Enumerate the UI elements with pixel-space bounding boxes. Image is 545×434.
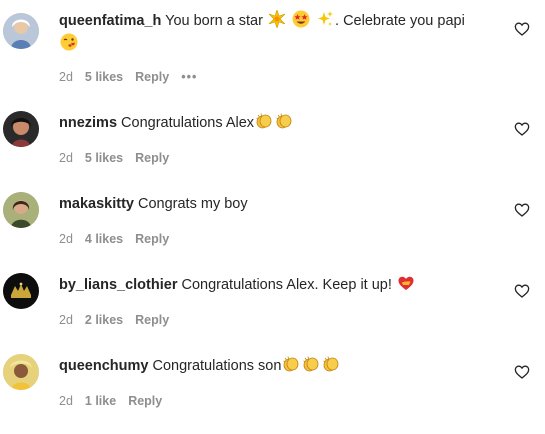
comment-body: Congratulations son bbox=[148, 358, 282, 374]
comment-time: 2d bbox=[59, 394, 73, 408]
comment-text: queenfatima_h You born a star . Celebrat… bbox=[59, 10, 499, 56]
comment-meta: 2d 2 likes Reply bbox=[59, 313, 181, 327]
comment-time: 2d bbox=[59, 70, 73, 84]
clapping-hands-icon bbox=[275, 112, 293, 130]
avatar[interactable] bbox=[3, 354, 39, 390]
more-options-icon[interactable]: ••• bbox=[181, 70, 197, 84]
like-heart-icon[interactable] bbox=[514, 202, 530, 218]
reply-button[interactable]: Reply bbox=[135, 70, 169, 84]
sparkles-icon bbox=[316, 10, 334, 28]
reply-button[interactable]: Reply bbox=[135, 313, 169, 327]
comment-time: 2d bbox=[59, 151, 73, 165]
reply-button[interactable]: Reply bbox=[135, 151, 169, 165]
comment-time: 2d bbox=[59, 232, 73, 246]
comment-meta: 2d 4 likes Reply bbox=[59, 232, 181, 246]
avatar[interactable] bbox=[3, 13, 39, 49]
comment-body: Congratulations Alex bbox=[117, 115, 255, 131]
likes-count-button[interactable]: 5 likes bbox=[85, 151, 123, 165]
star-struck-face-icon bbox=[292, 10, 310, 28]
comment-username[interactable]: nnezims bbox=[59, 115, 117, 131]
comment-text: nnezims Congratulations Alex bbox=[59, 112, 499, 135]
like-heart-icon[interactable] bbox=[514, 21, 530, 37]
reply-button[interactable]: Reply bbox=[128, 394, 162, 408]
clapping-hands-icon bbox=[322, 355, 340, 373]
heart-on-fire-icon bbox=[397, 274, 415, 292]
comment-body-end: . Celebrate you papi bbox=[335, 13, 465, 29]
like-heart-icon[interactable] bbox=[514, 283, 530, 299]
comment-username[interactable]: by_lians_clothier bbox=[59, 277, 177, 293]
clapping-hands-icon bbox=[255, 112, 273, 130]
reply-button[interactable]: Reply bbox=[135, 232, 169, 246]
likes-count-button[interactable]: 2 likes bbox=[85, 313, 123, 327]
comment-text: makaskitty Congrats my boy bbox=[59, 193, 499, 216]
like-heart-icon[interactable] bbox=[514, 364, 530, 380]
comment-username[interactable]: queenchumy bbox=[59, 358, 148, 374]
comment-time: 2d bbox=[59, 313, 73, 327]
avatar[interactable] bbox=[3, 192, 39, 228]
avatar[interactable] bbox=[3, 273, 39, 309]
likes-count-button[interactable]: 1 like bbox=[85, 394, 116, 408]
comment-username[interactable]: queenfatima_h bbox=[59, 13, 161, 29]
sparkle-burst-icon bbox=[268, 10, 286, 28]
comment-username[interactable]: makaskitty bbox=[59, 196, 134, 212]
clapping-hands-icon bbox=[282, 355, 300, 373]
comment-text: queenchumy Congratulations son bbox=[59, 355, 499, 378]
comment-body: Congratulations Alex. Keep it up! bbox=[177, 277, 396, 293]
likes-count-button[interactable]: 5 likes bbox=[85, 70, 123, 84]
kissing-wink-face-icon bbox=[60, 33, 78, 51]
comment-meta: 2d 5 likes Reply ••• bbox=[59, 70, 209, 84]
comment-body: You born a star bbox=[161, 13, 267, 29]
likes-count-button[interactable]: 4 likes bbox=[85, 232, 123, 246]
comment-meta: 2d 1 like Reply bbox=[59, 394, 174, 408]
comment-body: Congrats my boy bbox=[133, 196, 248, 212]
clapping-hands-icon bbox=[302, 355, 320, 373]
comment-text: by_lians_clothier Congratulations Alex. … bbox=[59, 274, 499, 297]
like-heart-icon[interactable] bbox=[514, 121, 530, 137]
avatar[interactable] bbox=[3, 111, 39, 147]
comment-meta: 2d 5 likes Reply bbox=[59, 151, 181, 165]
